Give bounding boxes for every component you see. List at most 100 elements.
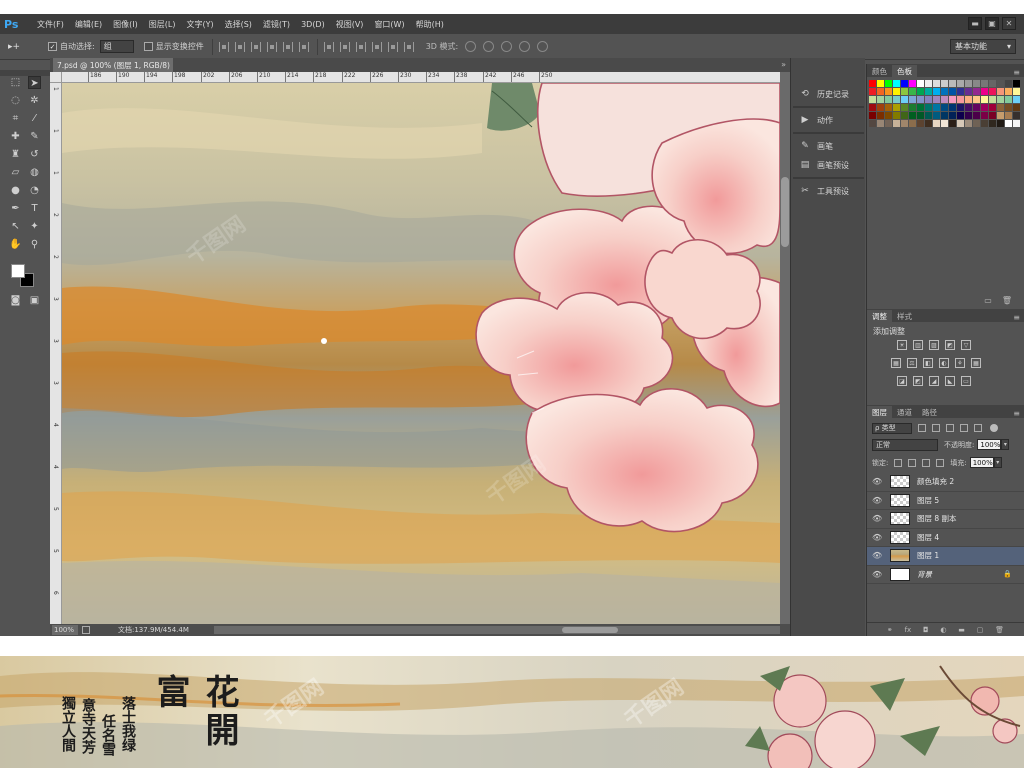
color-swatch[interactable] <box>893 104 900 111</box>
color-swatch[interactable] <box>917 80 924 87</box>
color-swatch[interactable] <box>973 88 980 95</box>
custom-shape-tool-icon[interactable]: ✦ <box>28 220 41 233</box>
color-swatch[interactable] <box>917 96 924 103</box>
filter-adjustment-icon[interactable] <box>932 424 940 432</box>
color-swatch[interactable] <box>877 112 884 119</box>
color-swatch[interactable] <box>893 96 900 103</box>
color-swatch[interactable] <box>989 112 996 119</box>
color-swatch[interactable] <box>949 112 956 119</box>
marquee-tool-icon[interactable]: ⬚ <box>9 76 22 89</box>
fill-input[interactable]: 100% <box>969 457 994 468</box>
add-mask-icon[interactable]: ◘ <box>923 626 929 634</box>
opacity-input[interactable]: 100% <box>977 439 1002 450</box>
color-swatch[interactable] <box>917 104 924 111</box>
move-tool-preset-icon[interactable]: ▸+ <box>8 39 38 55</box>
blend-mode-dropdown[interactable]: 正常 <box>872 438 938 451</box>
exposure-icon[interactable]: ◩ <box>945 340 955 350</box>
color-swatch[interactable] <box>893 88 900 95</box>
color-swatch[interactable] <box>981 112 988 119</box>
color-swatch[interactable] <box>981 104 988 111</box>
distribute-top-icon[interactable] <box>323 41 334 52</box>
color-swatch[interactable] <box>901 104 908 111</box>
visibility-eye-icon[interactable]: 👁 <box>872 533 882 542</box>
menu-window[interactable]: 窗口(W) <box>374 19 404 30</box>
delete-layer-icon[interactable]: 🗑 <box>995 626 1004 634</box>
filter-pixel-icon[interactable] <box>918 424 926 432</box>
brightness-contrast-icon[interactable]: ☀ <box>897 340 907 350</box>
history-brush-tool-icon[interactable]: ↺ <box>28 148 41 161</box>
tab-swatches[interactable]: 色板 <box>892 65 917 77</box>
tab-channels[interactable]: 通道 <box>892 406 917 418</box>
color-swatch[interactable] <box>949 104 956 111</box>
auto-select-dropdown[interactable]: 组 <box>99 40 134 53</box>
color-swatch[interactable] <box>885 112 892 119</box>
horizontal-scrollbar[interactable] <box>214 626 780 634</box>
color-swatch[interactable] <box>933 88 940 95</box>
channel-mixer-icon[interactable]: ⚘ <box>955 358 965 368</box>
filter-shape-icon[interactable] <box>960 424 968 432</box>
align-right-icon[interactable] <box>298 41 309 52</box>
crop-tool-icon[interactable]: ⌗ <box>9 112 22 125</box>
color-swatch[interactable] <box>1005 104 1012 111</box>
layer-row[interactable]: 👁 图层 5 <box>867 491 1024 510</box>
align-vcenter-icon[interactable] <box>234 41 245 52</box>
lasso-tool-icon[interactable]: ◌ <box>9 94 22 107</box>
color-swatch[interactable] <box>901 112 908 119</box>
color-swatch[interactable] <box>949 120 956 127</box>
color-swatch[interactable] <box>925 112 932 119</box>
maximize-button[interactable]: ▣ <box>985 17 999 30</box>
threshold-icon[interactable]: ◢ <box>929 376 939 386</box>
vertical-scrollbar[interactable] <box>780 72 790 624</box>
color-swatch[interactable] <box>973 80 980 87</box>
color-swatch[interactable] <box>965 120 972 127</box>
lock-position-icon[interactable] <box>922 458 931 467</box>
color-swatch[interactable] <box>949 80 956 87</box>
color-swatch[interactable] <box>973 96 980 103</box>
vibrance-icon[interactable]: ▽ <box>961 340 971 350</box>
filter-type-icon[interactable] <box>946 424 954 432</box>
color-swatch[interactable] <box>869 88 876 95</box>
color-swatch[interactable] <box>997 96 1004 103</box>
align-left-icon[interactable] <box>266 41 277 52</box>
layer-row[interactable]: 👁 图层 1 <box>867 547 1024 566</box>
visibility-eye-icon[interactable]: 👁 <box>872 570 882 579</box>
color-swatch[interactable] <box>981 120 988 127</box>
color-swatch[interactable] <box>885 120 892 127</box>
color-swatch[interactable] <box>949 96 956 103</box>
color-swatch[interactable] <box>1013 80 1020 87</box>
layer-style-icon[interactable]: fx <box>905 626 912 634</box>
show-transform-checkbox[interactable] <box>143 42 153 51</box>
color-swatch[interactable] <box>925 88 932 95</box>
menu-image[interactable]: 图像(I) <box>113 19 138 30</box>
color-swatch[interactable] <box>965 88 972 95</box>
tab-layers[interactable]: 图层 <box>867 406 892 418</box>
layer-row[interactable]: 👁 图层 4 <box>867 528 1024 547</box>
distribute-bottom-icon[interactable] <box>355 41 366 52</box>
3d-slide-icon[interactable] <box>519 41 531 52</box>
link-layers-icon[interactable]: ⚭ <box>887 626 893 634</box>
color-swatch[interactable] <box>885 96 892 103</box>
color-swatch[interactable] <box>1013 104 1020 111</box>
hue-saturation-icon[interactable]: ▦ <box>891 358 901 368</box>
color-swatch[interactable] <box>909 112 916 119</box>
layer-filter-dropdown[interactable]: ρ 类型 <box>872 422 912 434</box>
posterize-icon[interactable]: ◩ <box>913 376 923 386</box>
brush-tool-icon[interactable]: ✎ <box>28 130 41 143</box>
color-balance-icon[interactable]: ⚖ <box>907 358 917 368</box>
color-swatch[interactable] <box>997 104 1004 111</box>
color-swatch[interactable] <box>885 104 892 111</box>
color-swatch[interactable] <box>989 80 996 87</box>
selective-color-icon[interactable]: ▭ <box>961 376 971 386</box>
minimize-button[interactable]: ▬ <box>968 17 982 30</box>
color-swatch[interactable] <box>941 104 948 111</box>
new-adjustment-icon[interactable]: ◐ <box>940 626 946 634</box>
color-swatch[interactable] <box>885 88 892 95</box>
color-swatch[interactable] <box>981 80 988 87</box>
align-hcenter-icon[interactable] <box>282 41 293 52</box>
color-swatch[interactable] <box>885 80 892 87</box>
color-lookup-icon[interactable]: ▦ <box>971 358 981 368</box>
visibility-eye-icon[interactable]: 👁 <box>872 514 882 523</box>
document-tab[interactable]: 7.psd @ 100% (图层 1, RGB/8) × <box>53 58 173 72</box>
color-swatch[interactable] <box>1005 96 1012 103</box>
document-info-icon[interactable] <box>82 626 90 634</box>
